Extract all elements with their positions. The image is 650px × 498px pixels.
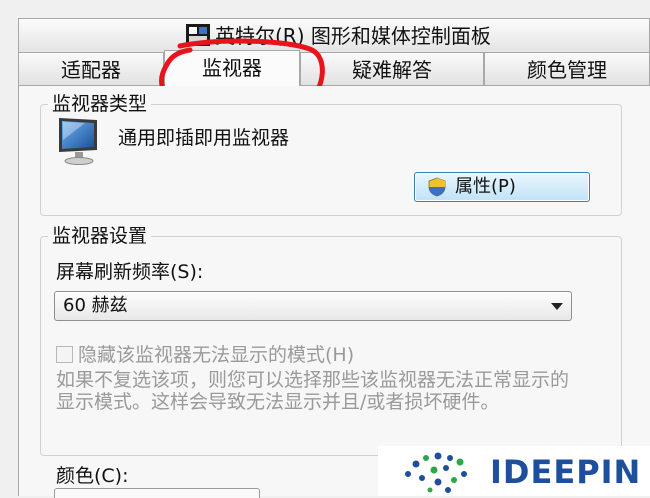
tab-strip-top-row: 英特尔(R) 图形和媒体控制面板 — [18, 18, 650, 52]
refresh-rate-select[interactable]: 60 赫兹 — [54, 291, 572, 321]
monitor-name: 通用即插即用监视器 — [118, 127, 290, 149]
colors-select[interactable] — [54, 488, 260, 498]
monitor-icon — [59, 118, 97, 165]
colors-label: 颜色(C): — [56, 465, 129, 487]
monitor-settings-title: 监视器设置 — [48, 225, 152, 247]
watermark-text-span: IDEEPIN — [490, 453, 642, 491]
refresh-rate-label: 屏幕刷新频率(S): — [56, 261, 204, 283]
monitor-type-title: 监视器类型 — [48, 93, 152, 115]
watermark-logo-mark-icon — [405, 452, 467, 493]
tab-strip: 适配器 监视器 疑难解答 颜色管理 — [18, 50, 650, 86]
tab-color-management-label: 颜色管理 — [527, 58, 607, 82]
refresh-rate-value: 60 赫兹 — [63, 295, 128, 316]
dropdown-arrow-icon — [551, 303, 563, 310]
hide-modes-description-line1: 如果不复选该项，则您可以选择那些该监视器无法正常显示的 — [56, 369, 570, 391]
tab-troubleshoot-label: 疑难解答 — [352, 58, 432, 82]
properties-button[interactable]: 属性(P) — [414, 172, 590, 202]
tab-adapter-label: 适配器 — [61, 58, 121, 82]
tab-adapter[interactable]: 适配器 — [18, 52, 164, 86]
hide-modes-label: 隐藏该监视器无法显示的模式(H) — [78, 344, 355, 366]
tab-color-management[interactable]: 颜色管理 — [484, 52, 650, 86]
uac-shield-icon — [428, 177, 446, 197]
watermark-logo: IDEEPIN — [378, 446, 650, 496]
watermark-text: IDEEPIN — [490, 452, 641, 492]
hide-modes-description-line2: 显示模式。这样会导致无法显示并且/或者损坏硬件。 — [56, 391, 500, 413]
hide-modes-checkbox[interactable] — [56, 346, 73, 363]
intel-control-panel-window: { "header": { "title": "英特尔(R) 图形和媒体控制面板… — [0, 0, 650, 498]
properties-button-label: 属性(P) — [455, 176, 516, 197]
